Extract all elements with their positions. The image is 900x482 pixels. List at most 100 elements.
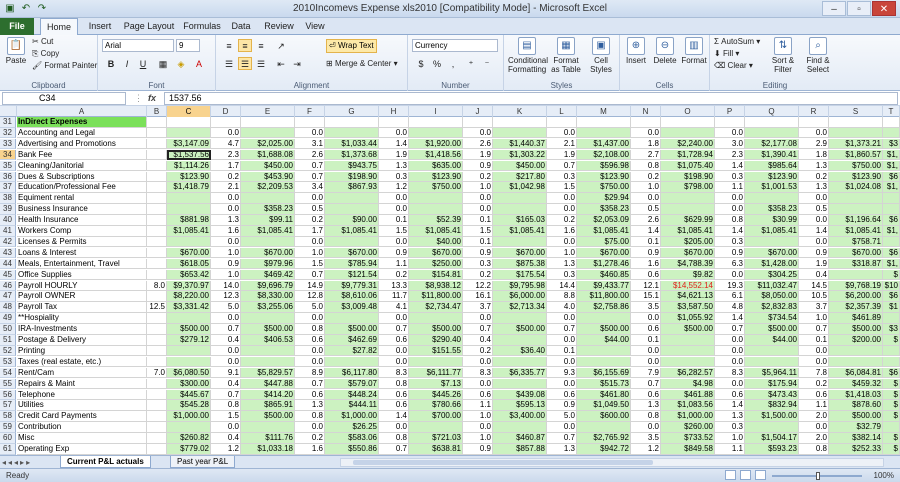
cell-m53[interactable]	[577, 356, 631, 368]
cell-m52[interactable]	[577, 345, 631, 357]
cell-r39[interactable]: 0.5	[799, 204, 829, 215]
decrease-decimal-icon[interactable]: ⁻	[480, 57, 494, 70]
row-label-cell[interactable]: Payroll OWNER	[17, 291, 147, 302]
cell-m42[interactable]: $75.00	[577, 236, 631, 248]
column-header-q[interactable]: Q	[745, 106, 799, 117]
column-header-l[interactable]: L	[547, 106, 577, 117]
cell-d52[interactable]: 0.0	[211, 345, 241, 357]
cell-o50[interactable]: $500.00	[661, 324, 715, 335]
cell-p35[interactable]: 1.4	[715, 160, 745, 172]
cell-f53[interactable]: 0.0	[295, 356, 325, 368]
cell-e42[interactable]	[241, 236, 295, 248]
cell-t42[interactable]	[883, 236, 900, 248]
cell-b40[interactable]	[147, 215, 167, 226]
cell-d33[interactable]: 4.7	[211, 138, 241, 150]
delete-button[interactable]: ⊖ Delete	[651, 37, 679, 65]
row-label-cell[interactable]: Equiment rental	[17, 193, 147, 204]
cell-p48[interactable]: 4.8	[715, 302, 745, 313]
cell-k54[interactable]: $6,335.77	[493, 367, 547, 379]
cell-f44[interactable]: 1.5	[295, 258, 325, 270]
maximize-icon[interactable]: ▫	[847, 1, 871, 16]
row-label-cell[interactable]: Printing	[17, 345, 147, 357]
row-label-cell[interactable]: Bank Fee	[17, 149, 147, 161]
cell-b50[interactable]	[147, 324, 167, 335]
cell-n39[interactable]: 0.5	[631, 204, 661, 215]
cell-t49[interactable]	[883, 313, 900, 324]
cell-k41[interactable]: $1,085.41	[493, 226, 547, 237]
cell-e31[interactable]	[241, 117, 295, 128]
cell-f47[interactable]: 12.8	[295, 291, 325, 302]
cell-b45[interactable]	[147, 269, 167, 281]
cell-c61[interactable]: $779.02	[167, 444, 211, 455]
cell-g55[interactable]: $579.07	[325, 378, 379, 390]
cell-o36[interactable]: $198.90	[661, 171, 715, 182]
cell-m51[interactable]: $44.00	[577, 335, 631, 346]
cell-e37[interactable]: $2,209.53	[241, 182, 295, 193]
cell-f39[interactable]: 0.5	[295, 204, 325, 215]
cell-t38[interactable]	[883, 193, 900, 204]
row-header[interactable]: 33	[0, 138, 16, 150]
cell-r46[interactable]: 14.5	[799, 280, 829, 291]
cell-l57[interactable]: 0.9	[547, 400, 577, 411]
cell-j39[interactable]: 0.0	[463, 204, 493, 215]
column-header-p[interactable]: P	[715, 106, 745, 117]
cell-k43[interactable]: $670.00	[493, 247, 547, 259]
cell-k37[interactable]: $1,042.98	[493, 182, 547, 193]
cell-g57[interactable]: $444.11	[325, 400, 379, 411]
cell-g31[interactable]	[325, 117, 379, 128]
row-label-cell[interactable]: Accounting and Legal	[17, 127, 147, 139]
row-label-cell[interactable]: Misc	[17, 433, 147, 444]
cell-j57[interactable]: 1.1	[463, 400, 493, 411]
cell-n60[interactable]: 3.5	[631, 433, 661, 444]
cell-f33[interactable]: 3.1	[295, 138, 325, 150]
align-center-icon[interactable]: ☰	[238, 57, 252, 70]
cell-f59[interactable]: 0.0	[295, 422, 325, 433]
cell-r58[interactable]: 2.0	[799, 411, 829, 422]
cell-h48[interactable]: 4.1	[379, 302, 409, 313]
cell-t34[interactable]: $1,	[883, 149, 900, 161]
row-header[interactable]: 37	[0, 182, 16, 193]
row-header[interactable]: 61	[0, 444, 16, 455]
row-header[interactable]: 58	[0, 411, 16, 422]
row-label-cell[interactable]: IRA-Investments	[17, 324, 147, 335]
cell-f38[interactable]: 0.0	[295, 193, 325, 204]
cell-c53[interactable]	[167, 356, 211, 368]
cell-h31[interactable]	[379, 117, 409, 128]
cell-g35[interactable]: $943.75	[325, 160, 379, 172]
cell-d43[interactable]: 1.0	[211, 247, 241, 259]
cell-d59[interactable]: 0.0	[211, 422, 241, 433]
row-label-cell[interactable]: Payroll Tax	[17, 302, 147, 313]
row-header[interactable]: 50	[0, 324, 16, 335]
cell-o31[interactable]	[661, 117, 715, 128]
column-header-m[interactable]: M	[577, 106, 631, 117]
row-label-cell[interactable]: Business Insurance	[17, 204, 147, 215]
row-label-cell[interactable]: Repairs & Maint	[17, 378, 147, 390]
cell-d54[interactable]: 9.1	[211, 367, 241, 379]
cell-c48[interactable]: $3,331.42	[167, 302, 211, 313]
column-header-n[interactable]: N	[631, 106, 661, 117]
cell-k52[interactable]: $36.40	[493, 345, 547, 357]
paste-button[interactable]: 📋 Paste	[3, 37, 29, 65]
cell-c37[interactable]: $1,418.79	[167, 182, 211, 193]
cell-t60[interactable]: $	[883, 433, 900, 444]
sheet-nav-arrows[interactable]: ◂◂◂▸▸	[2, 457, 32, 468]
format-button[interactable]: ▥ Format	[680, 37, 708, 65]
cell-m47[interactable]: $11,800.00	[577, 291, 631, 302]
cell-k33[interactable]: $1,440.37	[493, 138, 547, 150]
cell-c56[interactable]: $445.67	[167, 389, 211, 400]
cell-p39[interactable]: 0.0	[715, 204, 745, 215]
cell-i41[interactable]: $1,085.41	[409, 226, 463, 237]
cell-b58[interactable]	[147, 411, 167, 422]
row-header[interactable]: 59	[0, 422, 16, 433]
align-middle-icon[interactable]: ≡	[238, 39, 252, 52]
cell-t57[interactable]: $	[883, 400, 900, 411]
cell-q59[interactable]	[745, 422, 799, 433]
cell-k45[interactable]: $175.54	[493, 269, 547, 281]
cell-o34[interactable]: $1,728.94	[661, 149, 715, 161]
cell-q58[interactable]: $1,500.00	[745, 411, 799, 422]
cell-t50[interactable]: $3	[883, 324, 900, 335]
row-label-cell[interactable]: Loans & Interest	[17, 247, 147, 259]
cell-b56[interactable]	[147, 389, 167, 400]
cell-r35[interactable]: 1.3	[799, 160, 829, 172]
sort-filter-button[interactable]: ⇅ Sort & Filter	[768, 37, 798, 74]
